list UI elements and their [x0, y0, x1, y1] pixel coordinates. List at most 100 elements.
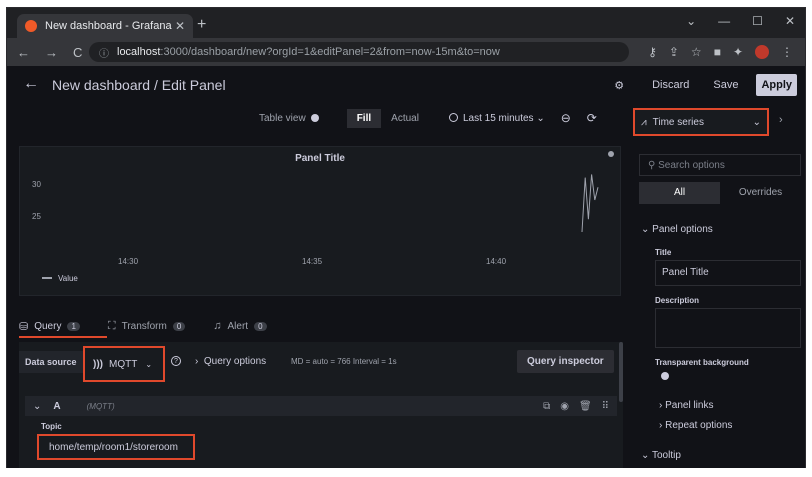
help-icon[interactable]: ?: [171, 356, 181, 366]
fill-button[interactable]: Fill: [346, 108, 382, 128]
transform-icon: ⛶: [107, 319, 116, 332]
chevron-right-icon[interactable]: ›: [779, 114, 783, 126]
trash-icon[interactable]: 🗑: [579, 401, 592, 412]
browser-tabbar: New dashboard - Grafana ✕ + ⌄ — ☐ ✕: [7, 8, 805, 38]
back-icon[interactable]: ←: [17, 45, 35, 60]
duplicate-icon[interactable]: ⧉: [543, 401, 550, 412]
drag-handle-icon[interactable]: ⠿: [602, 401, 609, 412]
browser-tab[interactable]: New dashboard - Grafana ✕: [17, 14, 193, 38]
title-input[interactable]: Panel Title: [655, 260, 801, 286]
query-row-header[interactable]: ⌄ A (MQTT) ⧉ ◉ 🗑 ⠿: [25, 396, 617, 416]
query-options-label: Query options: [203, 356, 267, 367]
topic-input[interactable]: home/temp/room1/storeroom: [37, 434, 195, 460]
tab-transform-label: Transform: [121, 320, 167, 332]
tab-alert-count: 0: [254, 321, 267, 331]
search-placeholder: Search options: [658, 160, 725, 171]
url-host: localhost: [117, 46, 161, 58]
query-row-actions: ⧉ ◉ 🗑 ⠿: [543, 401, 609, 412]
options-search-input[interactable]: ⚲ Search options: [639, 154, 801, 176]
tab-overrides[interactable]: Overrides: [720, 182, 801, 204]
browser-tab-title: New dashboard - Grafana: [45, 20, 172, 32]
table-view-toggle[interactable]: Table view: [259, 113, 319, 124]
query-editor: Data source ))) MQTT ⌄ ? › Query options…: [19, 342, 623, 468]
tab-search-icon[interactable]: ⌄: [686, 14, 696, 28]
database-icon: ⛁: [19, 320, 29, 333]
clock-icon: [448, 112, 458, 122]
tooltip-section[interactable]: ⌄ Tooltip: [641, 450, 681, 461]
title-label: Title: [655, 248, 672, 257]
url-path: :3000/dashboard/new?orgId=1&editPanel=2&…: [160, 46, 500, 58]
data-source-picker[interactable]: ))) MQTT ⌄: [83, 346, 165, 382]
discard-button[interactable]: Discard: [646, 75, 695, 95]
puzzle-icon[interactable]: ✦: [733, 45, 743, 59]
tab-query-label: Query: [34, 320, 62, 332]
tab-query[interactable]: ⛁ Query 1: [19, 320, 80, 333]
topic-label: Topic: [41, 422, 62, 431]
time-range-picker[interactable]: Last 15 minutes ⌄: [448, 112, 545, 124]
new-tab-icon[interactable]: +: [197, 16, 206, 34]
header-actions: ⚙ Discard Save Apply: [614, 74, 797, 96]
transparent-background-toggle[interactable]: [661, 372, 669, 380]
zoom-out-icon[interactable]: ⊖: [561, 111, 571, 125]
save-button[interactable]: Save: [707, 75, 744, 95]
legend-label: Value: [58, 274, 78, 283]
collapse-icon[interactable]: ⌄: [33, 401, 41, 412]
query-tabs: ⛁ Query 1 ⛶ Transform 0 ♫ Alert 0: [19, 314, 629, 338]
site-info-icon[interactable]: ⓘ: [99, 45, 109, 60]
apply-button[interactable]: Apply: [756, 74, 797, 96]
description-textarea[interactable]: [655, 308, 801, 348]
x-tick-label: 14:40: [486, 257, 507, 266]
browser-window: New dashboard - Grafana ✕ + ⌄ — ☐ ✕ ← → …: [6, 7, 806, 468]
grafana-logo-icon: [25, 20, 37, 32]
repeat-options-label: Repeat options: [665, 420, 733, 431]
transparent-background-label: Transparent background: [655, 358, 749, 367]
forward-icon[interactable]: →: [45, 45, 63, 60]
tab-alert-label: Alert: [227, 320, 249, 332]
star-icon[interactable]: ☆: [691, 45, 702, 59]
editor-header: ← New dashboard / Edit Panel ⚙ Discard S…: [7, 66, 805, 104]
settings-icon[interactable]: ⚙: [614, 79, 624, 92]
url-field[interactable]: ⓘ localhost:3000/dashboard/new?orgId=1&e…: [89, 42, 629, 62]
table-view-label: Table view: [259, 112, 306, 124]
visualization-label: Time series: [652, 116, 704, 128]
view-mode-segmented: Fill Actual: [346, 108, 429, 128]
query-options-summary: MD = auto = 766 Interval = 1s: [291, 357, 397, 366]
key-icon[interactable]: ⚷: [648, 45, 657, 59]
tab-transform[interactable]: ⛶ Transform 0: [107, 319, 186, 333]
share-icon[interactable]: ⇪: [669, 45, 679, 59]
back-arrow-icon[interactable]: ←: [23, 75, 39, 93]
address-bar: ← → C ⓘ localhost:3000/dashboard/new?org…: [7, 38, 805, 66]
y-tick-label: 30: [32, 180, 41, 189]
eye-icon[interactable]: ◉: [560, 401, 569, 412]
close-window-icon[interactable]: ✕: [785, 14, 795, 28]
panel-options-section[interactable]: ⌄ Panel options: [641, 224, 713, 235]
maximize-icon[interactable]: ☐: [752, 14, 763, 28]
query-inspector-button[interactable]: Query inspector: [517, 350, 614, 373]
chevron-down-icon: ⌄: [752, 116, 761, 128]
menu-icon[interactable]: ⋮: [781, 45, 793, 59]
tooltip-label: Tooltip: [651, 450, 681, 461]
extension-icon[interactable]: ■: [714, 45, 721, 59]
repeat-options-section[interactable]: › Repeat options: [659, 420, 732, 431]
description-label: Description: [655, 296, 700, 305]
chevron-down-icon: ⌄: [145, 359, 153, 369]
search-icon: ⚲: [648, 160, 659, 171]
page-title: New dashboard / Edit Panel: [52, 77, 226, 93]
close-tab-icon[interactable]: ✕: [175, 19, 185, 33]
visualization-picker[interactable]: ⩘ Time series ⌄: [633, 108, 769, 136]
browser-toolbar-icons: ⚷ ⇪ ☆ ■ ✦ ⋮: [648, 45, 793, 59]
profile-avatar[interactable]: [755, 45, 769, 59]
series-line: [581, 174, 599, 233]
tab-all[interactable]: All: [639, 182, 720, 204]
panel-links-section[interactable]: › Panel links: [659, 400, 713, 411]
query-options-toggle[interactable]: › Query options: [195, 356, 266, 367]
query-scrollbar[interactable]: [619, 342, 623, 402]
grafana-editor: ← New dashboard / Edit Panel ⚙ Discard S…: [7, 66, 805, 468]
refresh-icon[interactable]: ⟳: [587, 111, 597, 125]
minimize-icon[interactable]: —: [718, 14, 730, 28]
query-row-datasource: (MQTT): [86, 401, 115, 411]
tab-alert[interactable]: ♫ Alert 0: [213, 320, 267, 332]
actual-button[interactable]: Actual: [381, 109, 429, 128]
tab-query-count: 1: [67, 321, 80, 331]
timeseries-chart: 30 25 14:30 14:35 14:40 Value: [32, 174, 599, 283]
